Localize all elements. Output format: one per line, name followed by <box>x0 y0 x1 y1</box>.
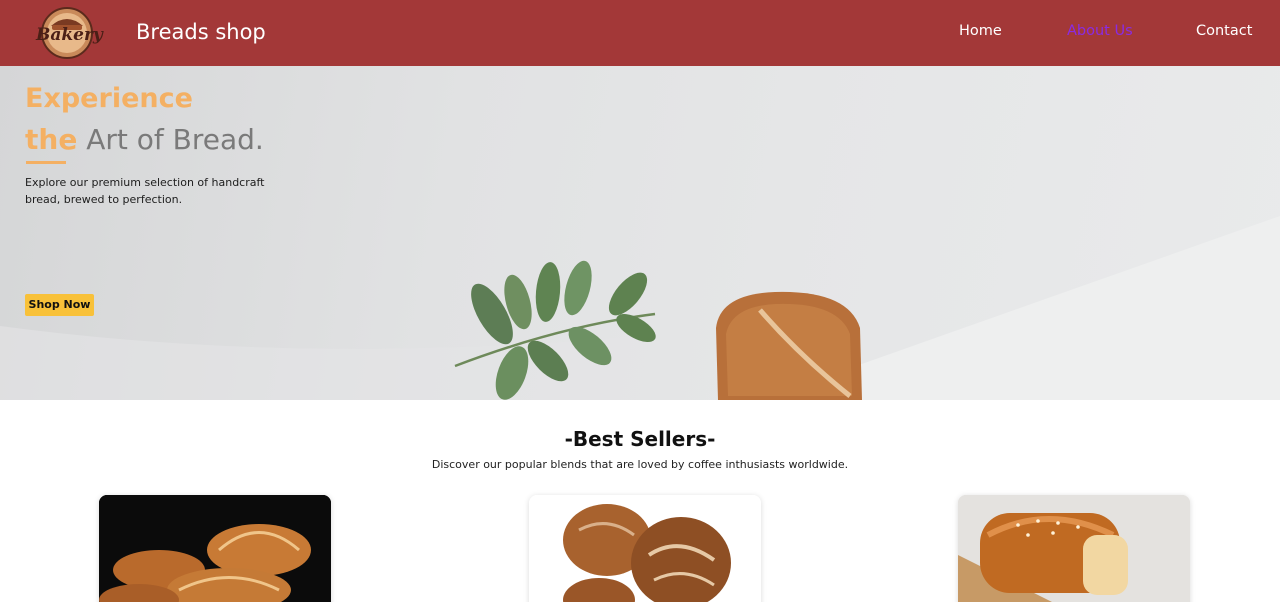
baguette-icon <box>716 291 862 400</box>
brand-name: Breads shop <box>136 20 266 44</box>
shop-now-button[interactable]: Shop Now <box>25 294 94 316</box>
hero-title-line2: the Art of Bread. <box>25 123 264 156</box>
best-sellers-title-strong: Sellers <box>630 427 708 451</box>
nav-about-link[interactable]: About Us <box>1067 23 1133 39</box>
hero-section: Experience the Art of Bread. Explore our… <box>0 66 1280 400</box>
product-card-sourdough[interactable] <box>529 495 761 602</box>
hero-underline <box>26 161 66 164</box>
hero-title-rest: Art of Bread. <box>77 123 264 156</box>
best-sellers-title-prefix: -Best <box>564 427 631 451</box>
nav-contact-link[interactable]: Contact <box>1196 23 1252 39</box>
best-sellers-title: -Best Sellers- <box>0 427 1280 451</box>
croissants-image <box>99 495 331 602</box>
nav-home-link[interactable]: Home <box>959 23 1002 39</box>
hero-description: Explore our premium selection of handcra… <box>25 176 265 206</box>
product-card-croissants[interactable] <box>99 495 331 602</box>
hero-title-accent: the <box>25 123 78 156</box>
navbar: Bakery Breads shop Home About Us Contact <box>0 0 1280 66</box>
product-card-brioche[interactable] <box>958 495 1190 602</box>
best-sellers-subtitle: Discover our popular blends that are lov… <box>431 458 849 471</box>
best-sellers-title-suffix: - <box>707 427 716 451</box>
brioche-loaf-image <box>958 495 1190 602</box>
hero-title-line1: Experience <box>25 83 193 114</box>
hero-background-image <box>0 216 1280 400</box>
logo-text: Bakery <box>36 25 103 45</box>
sourdough-loaves-image <box>529 495 761 602</box>
